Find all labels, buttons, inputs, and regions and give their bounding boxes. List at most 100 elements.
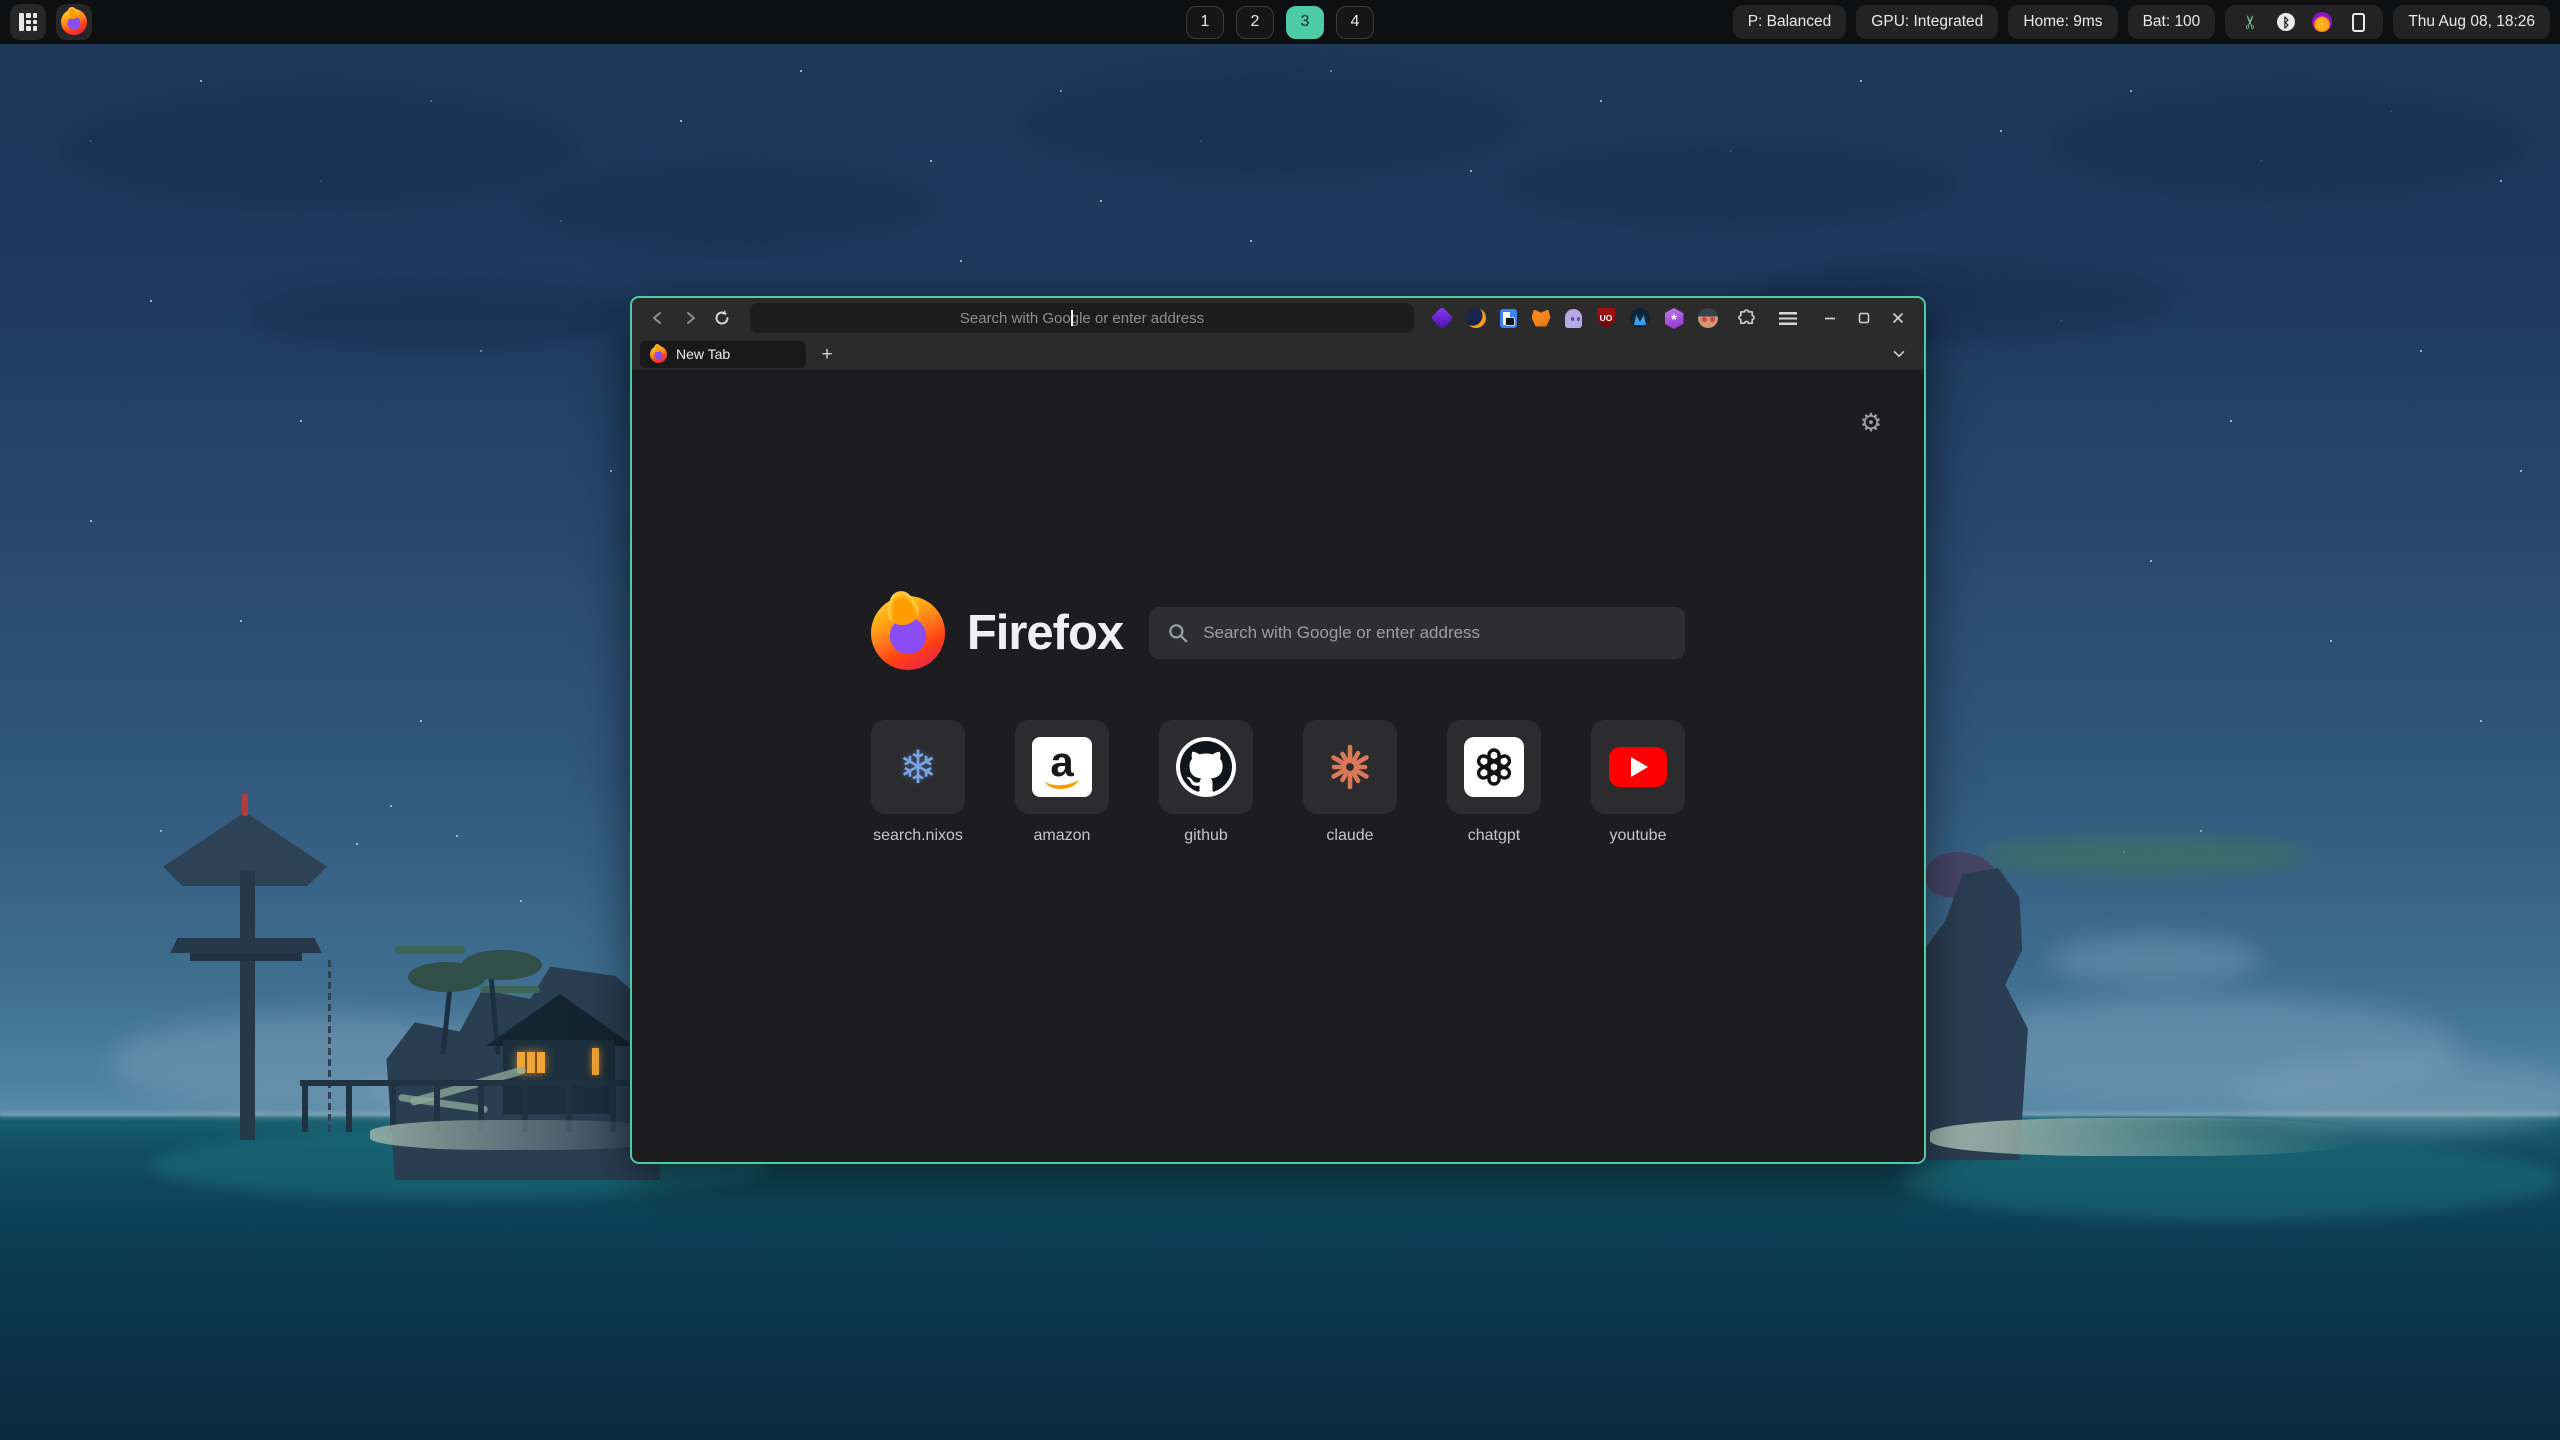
urlbar-input[interactable]	[750, 303, 1414, 333]
list-all-tabs-button[interactable]	[1886, 341, 1912, 367]
battery-text: Bat: 100	[2143, 13, 2201, 31]
firefox-icon	[61, 9, 87, 35]
firefox-launcher-button[interactable]	[56, 4, 92, 40]
scissors-network-icon[interactable]: ✂	[2240, 12, 2260, 32]
beach	[1930, 1118, 2360, 1156]
cliff-grass	[395, 946, 465, 954]
watchtower-finial	[242, 794, 248, 816]
tab-title: New Tab	[676, 346, 730, 362]
clock-pill[interactable]: Thu Aug 08, 18:26	[2393, 5, 2550, 39]
openai-icon	[1464, 737, 1524, 797]
workspace-button-4[interactable]: 4	[1336, 6, 1374, 39]
power-profile-pill: P: Balanced	[1733, 5, 1847, 39]
amazon-letter: a	[1050, 745, 1073, 779]
extensions-button[interactable]	[1732, 304, 1760, 332]
shortcut-search-nixos[interactable]: ❄ search.nixos	[871, 720, 965, 845]
workspace-button-3-active[interactable]: 3	[1286, 6, 1324, 39]
shortcut-label: amazon	[1034, 827, 1091, 845]
newtab-hero: Firefox	[632, 596, 1924, 670]
text-caret	[1071, 310, 1073, 326]
firefox-favicon	[650, 346, 667, 363]
ublock-origin-extension-icon[interactable]: UO	[1596, 308, 1616, 328]
beach	[370, 1120, 670, 1150]
forward-icon	[681, 309, 699, 327]
urlbar-container	[750, 303, 1414, 333]
clock-text: Thu Aug 08, 18:26	[2408, 13, 2535, 31]
menu-button[interactable]	[1774, 304, 1802, 332]
back-button[interactable]	[644, 304, 672, 332]
maximize-icon	[1857, 311, 1871, 325]
avatar-glasses-extension-icon[interactable]	[1698, 308, 1718, 328]
minimize-icon	[1823, 311, 1837, 325]
purple-diamond-extension-icon[interactable]	[1432, 308, 1452, 328]
search-icon	[1167, 622, 1189, 644]
navigation-toolbar: UO *	[632, 298, 1924, 338]
phone-icon[interactable]	[2348, 12, 2368, 32]
new-tab-page: ⚙ Firefox ❄ search.nixos	[632, 370, 1924, 1162]
gpu-text: GPU: Integrated	[1871, 13, 1983, 31]
firefox-wordmark: Firefox	[967, 605, 1123, 661]
apps-grid-icon	[19, 13, 37, 31]
topbar-launchers	[10, 4, 92, 40]
ghostery-extension-icon[interactable]	[1565, 309, 1582, 328]
shortcut-chatgpt[interactable]: chatgpt	[1447, 720, 1541, 845]
maximize-button[interactable]	[1850, 304, 1878, 332]
watchtower-beam	[190, 953, 302, 961]
minimize-button[interactable]	[1816, 304, 1844, 332]
shortcut-label: chatgpt	[1468, 827, 1520, 845]
battery-pill: Bat: 100	[2128, 5, 2216, 39]
ublock-letters: UO	[1600, 313, 1613, 323]
metamask-extension-icon[interactable]	[1531, 308, 1551, 328]
nixos-snowflake-icon: ❄	[899, 744, 938, 790]
shortcut-label: github	[1184, 827, 1228, 845]
newtab-search	[1149, 607, 1685, 659]
tab-new-tab[interactable]: New Tab	[640, 341, 806, 368]
palm-canopy	[462, 950, 542, 980]
firefox-brand: Firefox	[871, 596, 1123, 670]
purple-hexagon-extension-icon[interactable]: *	[1664, 308, 1684, 328]
youtube-play-icon	[1609, 747, 1667, 787]
newtab-search-input[interactable]	[1149, 607, 1685, 659]
latency-pill: Home: 9ms	[2008, 5, 2117, 39]
tray-pill: ✂ ᛒ	[2225, 5, 2383, 39]
shortcut-github[interactable]: github	[1159, 720, 1253, 845]
github-octocat-icon	[1176, 737, 1236, 797]
bluetooth-icon[interactable]: ᛒ	[2276, 12, 2296, 32]
workspace-button-2[interactable]: 2	[1236, 6, 1274, 39]
watchtower-pole	[240, 870, 255, 1140]
orange-moon-extension-icon[interactable]	[1466, 308, 1486, 328]
forward-button[interactable]	[676, 304, 704, 332]
workspace-button-1[interactable]: 1	[1186, 6, 1224, 39]
firefox-logo	[871, 596, 945, 670]
watchtower-platform	[170, 938, 322, 953]
back-icon	[649, 309, 667, 327]
menu-hamburger-icon	[1779, 312, 1797, 325]
close-button[interactable]	[1884, 304, 1912, 332]
reload-icon	[713, 309, 731, 327]
shortcut-label: youtube	[1610, 827, 1667, 845]
nordvpn-extension-icon[interactable]	[1630, 308, 1650, 328]
shortcut-claude[interactable]: claude	[1303, 720, 1397, 845]
new-tab-button[interactable]: +	[814, 341, 840, 367]
extension-toolbar: UO *	[1432, 304, 1802, 332]
gear-icon: ⚙	[1860, 409, 1882, 437]
topbar: 1 2 3 4 P: Balanced GPU: Integrated Home…	[0, 0, 2560, 44]
desktop: 1 2 3 4 P: Balanced GPU: Integrated Home…	[0, 0, 2560, 1440]
blue-lock-extension-icon[interactable]	[1500, 309, 1517, 328]
extensions-puzzle-icon	[1737, 309, 1756, 328]
amazon-icon: a	[1032, 737, 1092, 797]
gpu-pill: GPU: Integrated	[1856, 5, 1998, 39]
shortcut-amazon[interactable]: a amazon	[1015, 720, 1109, 845]
close-icon	[1891, 311, 1905, 325]
flame-media-icon[interactable]	[2312, 12, 2332, 32]
shortcut-label: claude	[1326, 827, 1373, 845]
shortcut-youtube[interactable]: youtube	[1591, 720, 1685, 845]
power-profile-text: P: Balanced	[1748, 13, 1832, 31]
firefox-window: UO *	[630, 296, 1926, 1164]
right-cliff	[1920, 868, 2062, 1160]
reload-button[interactable]	[708, 304, 736, 332]
app-launcher-button[interactable]	[10, 4, 46, 40]
amazon-smile-arrow	[1045, 776, 1080, 790]
chevron-down-icon	[1891, 346, 1907, 362]
personalize-settings-button[interactable]: ⚙	[1856, 408, 1886, 438]
